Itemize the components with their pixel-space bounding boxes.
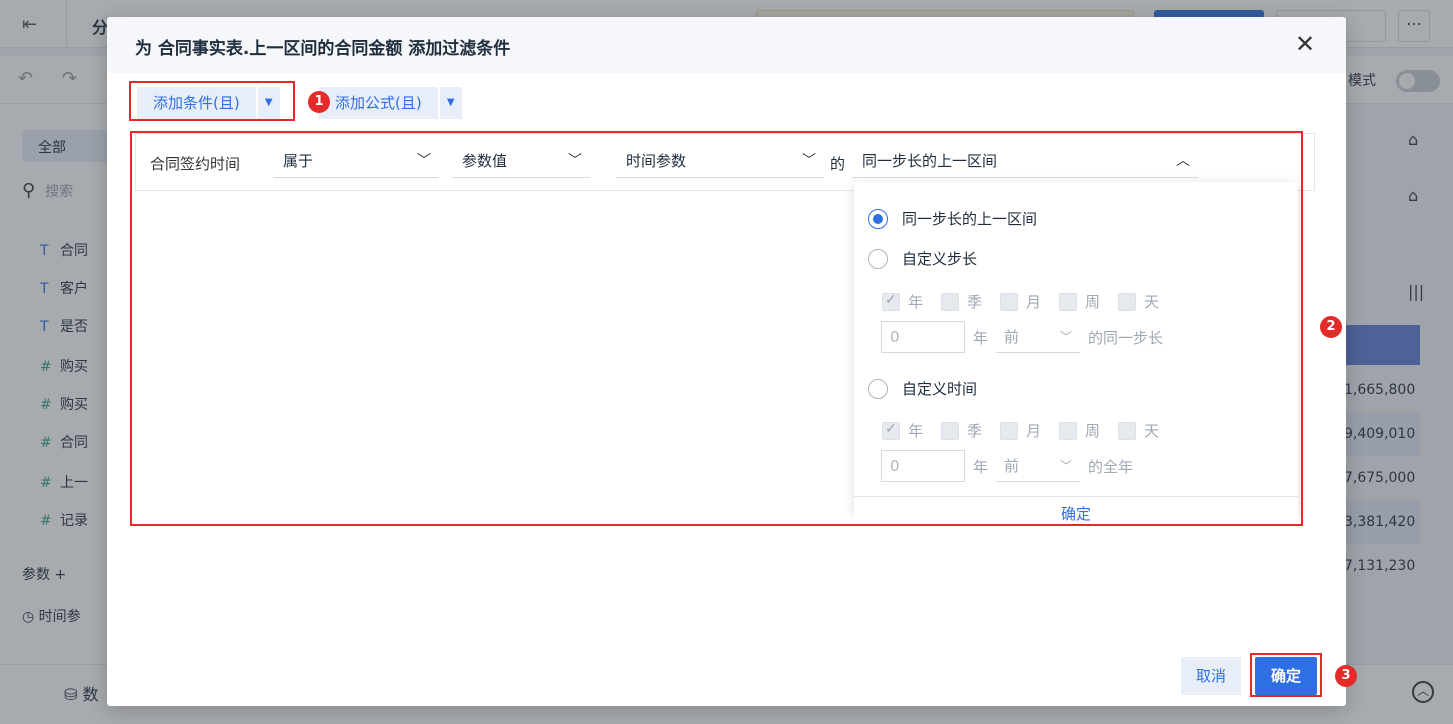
add-condition-dropdown-icon[interactable]: ▼ xyxy=(257,87,280,119)
checkbox-icon[interactable] xyxy=(941,421,960,440)
chevron-down-icon: ﹀ xyxy=(568,153,582,169)
option-label: 自定义步长 xyxy=(902,250,978,268)
step-direction-select[interactable]: 前 ﹀ xyxy=(996,321,1081,353)
step-unit-checkboxes: 年 季 月 周 天 xyxy=(882,291,1177,312)
add-condition-split-button: 添加条件(且) ▼ xyxy=(137,87,280,119)
step-config-row: 0 年 前 ﹀ 的同一步长 xyxy=(881,321,1163,353)
annotation-badge-3: 3 xyxy=(1335,665,1357,687)
unit-label: 季 xyxy=(967,293,983,311)
checkbox-icon[interactable] xyxy=(1059,421,1078,440)
time-unit-label: 年 xyxy=(973,457,989,476)
range-value: 同一步长的上一区间 xyxy=(862,152,998,170)
checkbox-icon[interactable] xyxy=(1059,292,1078,311)
param-select[interactable]: 时间参数 ﹀ xyxy=(616,144,824,178)
condition-field-label: 合同签约时间 xyxy=(150,155,241,173)
unit-label: 天 xyxy=(1144,422,1160,440)
dropdown-confirm-button[interactable]: 确定 xyxy=(854,496,1298,530)
operator-value: 属于 xyxy=(283,152,314,170)
time-direction-select[interactable]: 前 ﹀ xyxy=(996,450,1081,482)
option-custom-step[interactable]: 自定义步长 xyxy=(868,248,977,269)
add-formula-button[interactable]: 添加公式(且) xyxy=(319,87,438,119)
range-select[interactable]: 同一步长的上一区间 ︿ xyxy=(852,144,1198,178)
step-suffix-label: 的同一步长 xyxy=(1088,328,1164,347)
add-formula-split-button: 添加公式(且) ▼ xyxy=(319,87,462,119)
option-label: 同一步长的上一区间 xyxy=(902,210,1038,228)
direction-value: 前 xyxy=(1004,457,1020,475)
unit-label: 天 xyxy=(1144,293,1160,311)
ok-button[interactable]: 确定 xyxy=(1255,657,1317,695)
value-type-select[interactable]: 参数值 ﹀ xyxy=(452,144,590,178)
add-condition-button[interactable]: 添加条件(且) xyxy=(137,87,256,119)
filter-dialog: 为 合同事实表.上一区间的合同金额 添加过滤条件 ✕ 添加条件(且) ▼ 添加公… xyxy=(107,17,1346,706)
value-type-value: 参数值 xyxy=(462,152,508,170)
radio-icon[interactable] xyxy=(868,248,888,269)
option-label: 自定义时间 xyxy=(902,380,978,398)
time-unit-checkboxes: 年 季 月 周 天 xyxy=(882,420,1177,441)
checkbox-icon[interactable] xyxy=(941,292,960,311)
dialog-header: 为 合同事实表.上一区间的合同金额 添加过滤条件 ✕ xyxy=(107,17,1346,73)
range-dropdown: 同一步长的上一区间 自定义步长 年 季 月 周 天 0 年 前﹀ 的同一步长 自… xyxy=(854,182,1298,530)
checkbox-icon[interactable] xyxy=(1000,421,1019,440)
checkbox-checked-icon[interactable] xyxy=(882,292,900,311)
unit-label: 月 xyxy=(1026,293,1042,311)
dialog-title: 为 合同事实表.上一区间的合同金额 添加过滤条件 xyxy=(135,39,511,59)
checkbox-icon[interactable] xyxy=(1118,421,1137,440)
direction-value: 前 xyxy=(1004,328,1020,346)
chevron-up-icon: ︿ xyxy=(1176,153,1190,169)
unit-label: 年 xyxy=(908,422,924,440)
add-formula-dropdown-icon[interactable]: ▼ xyxy=(439,87,462,119)
radio-checked-icon[interactable] xyxy=(868,208,888,229)
annotation-badge-2: 2 xyxy=(1320,316,1342,338)
step-number-input[interactable]: 0 xyxy=(881,321,965,353)
annotation-badge-1: 1 xyxy=(308,91,330,113)
checkbox-icon[interactable] xyxy=(1000,292,1019,311)
option-custom-time[interactable]: 自定义时间 xyxy=(868,378,977,399)
radio-icon[interactable] xyxy=(868,378,888,399)
of-label: 的 xyxy=(830,155,846,173)
cancel-button[interactable]: 取消 xyxy=(1181,657,1241,695)
unit-label: 周 xyxy=(1085,422,1101,440)
close-icon[interactable]: ✕ xyxy=(1291,31,1319,59)
time-number-input[interactable]: 0 xyxy=(881,450,965,482)
param-value: 时间参数 xyxy=(626,152,687,170)
chevron-down-icon: ﹀ xyxy=(417,153,431,169)
step-unit-label: 年 xyxy=(973,328,989,347)
checkbox-icon[interactable] xyxy=(1118,292,1137,311)
unit-label: 年 xyxy=(908,293,924,311)
option-same-step[interactable]: 同一步长的上一区间 xyxy=(868,208,1037,229)
unit-label: 季 xyxy=(967,422,983,440)
chevron-down-icon: ﹀ xyxy=(802,153,816,169)
checkbox-checked-icon[interactable] xyxy=(882,421,900,440)
time-config-row: 0 年 前 ﹀ 的全年 xyxy=(881,450,1133,482)
unit-label: 周 xyxy=(1085,293,1101,311)
operator-select[interactable]: 属于 ﹀ xyxy=(273,144,439,178)
chevron-down-icon: ﹀ xyxy=(1060,330,1073,344)
time-suffix-label: 的全年 xyxy=(1088,457,1134,476)
chevron-down-icon: ﹀ xyxy=(1060,459,1073,473)
unit-label: 月 xyxy=(1026,422,1042,440)
